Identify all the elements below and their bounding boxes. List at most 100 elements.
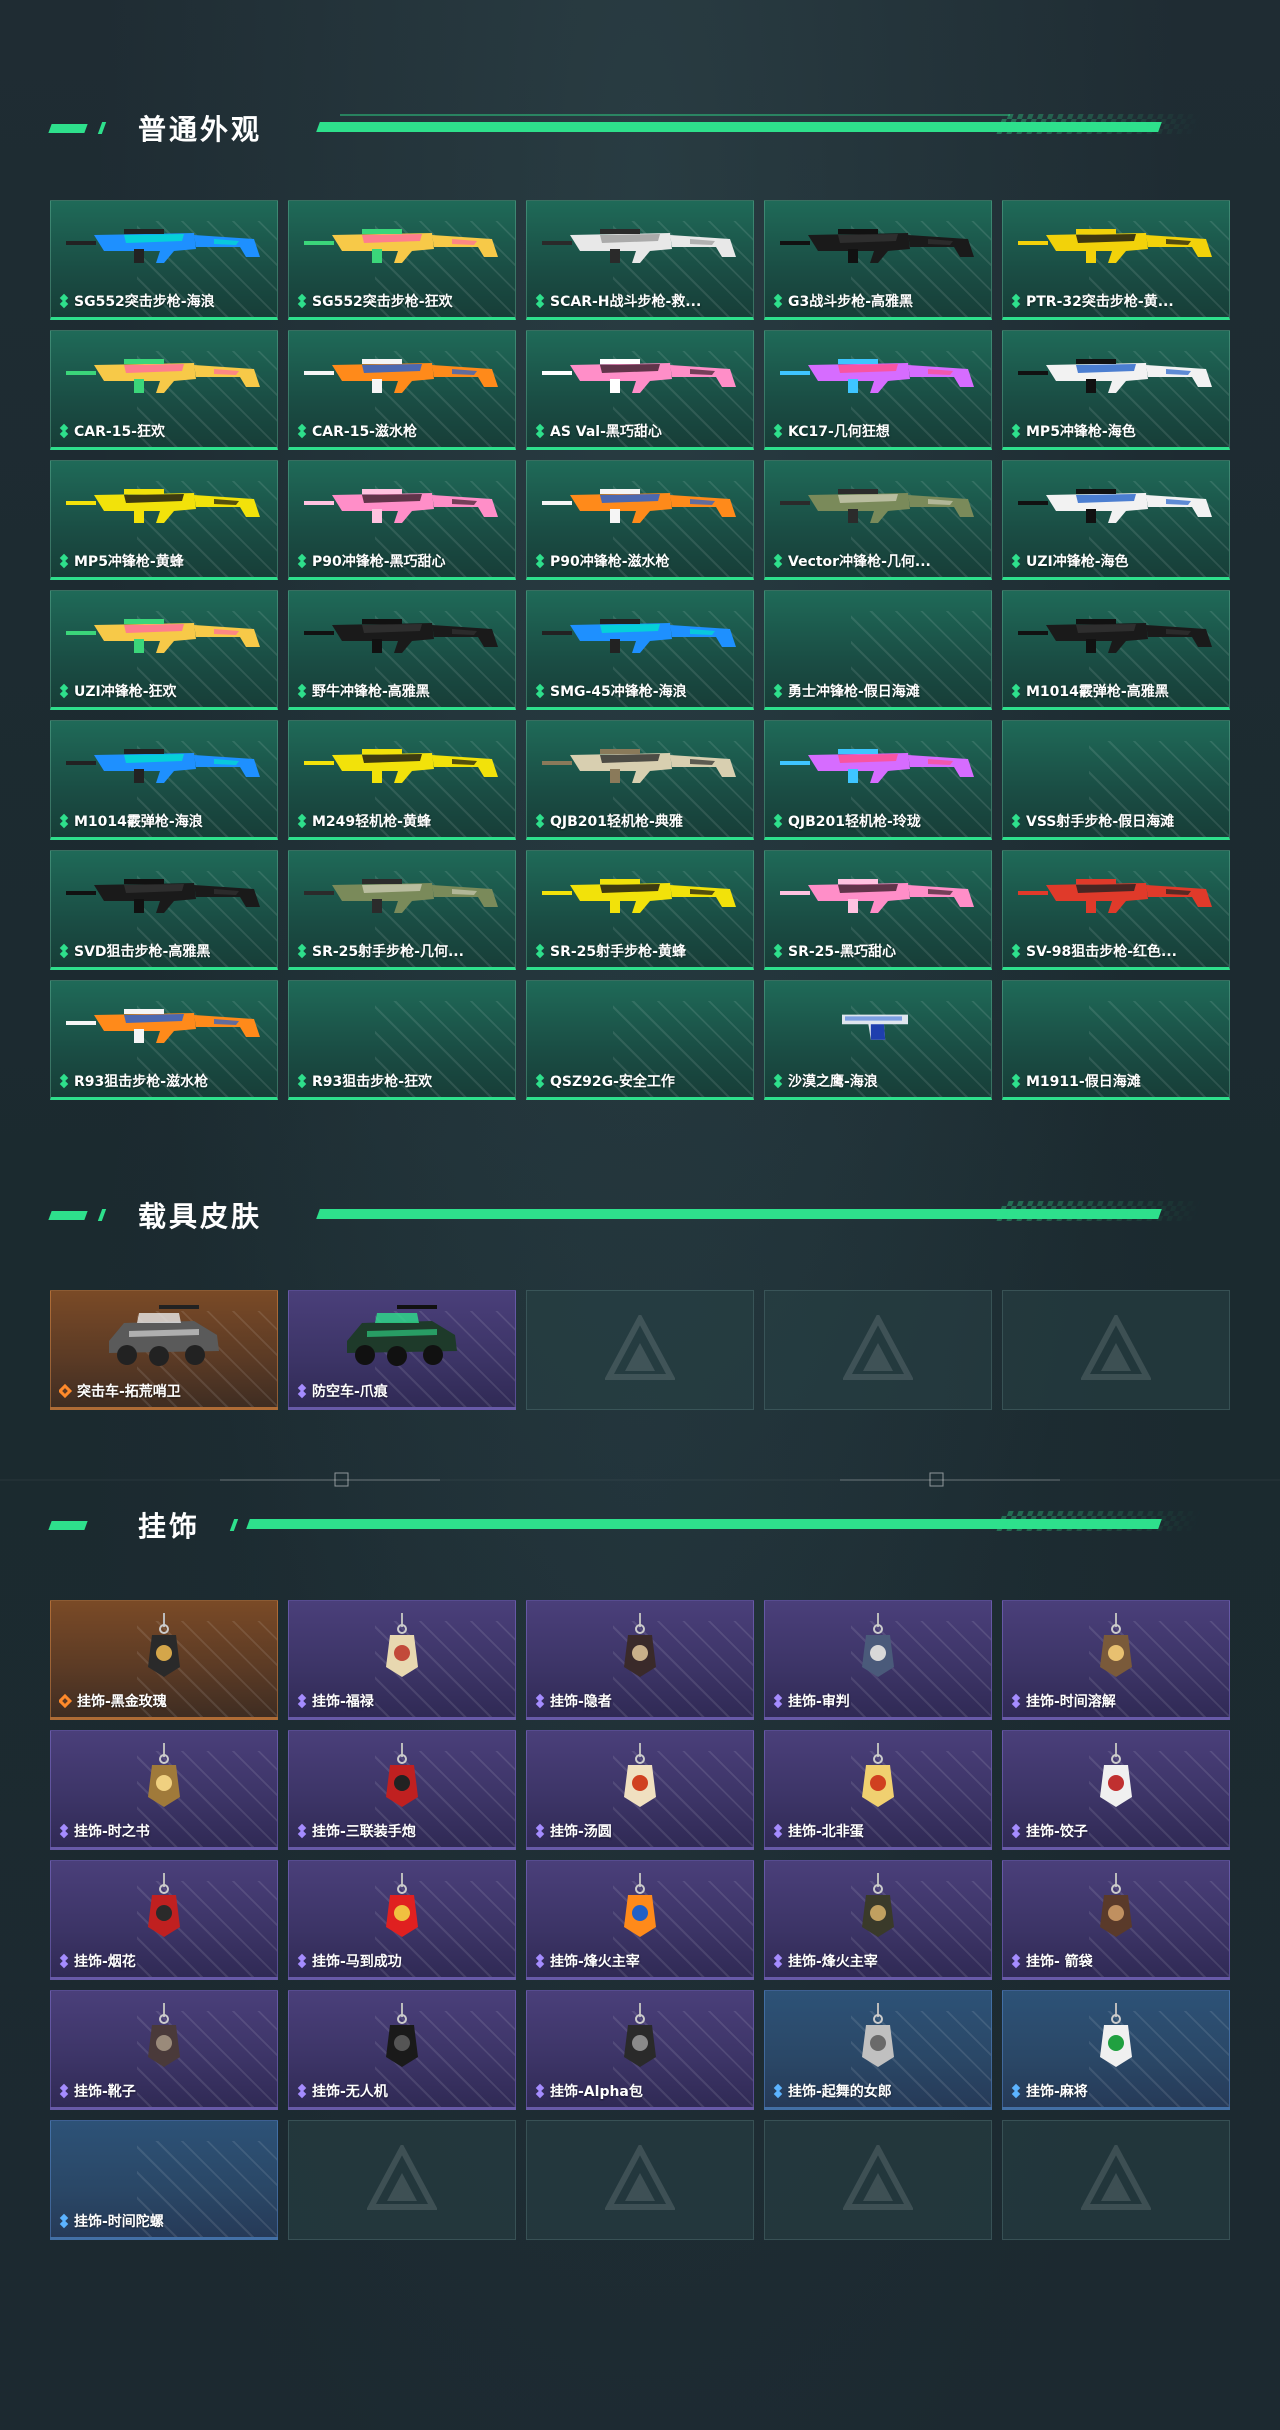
weapon-icon bbox=[780, 879, 974, 913]
item-card[interactable]: SG552突击步枪-狂欢 bbox=[288, 200, 516, 320]
item-card[interactable]: SR-25-黑巧甜心 bbox=[764, 850, 992, 970]
rarity-icon bbox=[297, 945, 307, 957]
item-card[interactable]: M1014霰弹枪-高雅黑 bbox=[1002, 590, 1230, 710]
item-image bbox=[537, 2001, 743, 2071]
placeholder-logo-icon bbox=[1081, 1315, 1151, 1380]
item-card[interactable]: SR-25射手步枪-几何... bbox=[288, 850, 516, 970]
item-label: 野牛冲锋枪-高雅黑 bbox=[297, 681, 507, 701]
item-card[interactable]: 挂饰-马到成功 bbox=[288, 1860, 516, 1980]
item-card[interactable]: M1911-假日海滩 bbox=[1002, 980, 1230, 1100]
item-card[interactable]: 挂饰-审判 bbox=[764, 1600, 992, 1720]
item-name: 挂饰-汤圆 bbox=[550, 1824, 612, 1840]
item-card[interactable]: 挂饰-烟花 bbox=[50, 1860, 278, 1980]
item-label: R93狙击步枪-滋水枪 bbox=[59, 1071, 269, 1091]
item-card[interactable]: 挂饰- 箭袋 bbox=[1002, 1860, 1230, 1980]
item-card[interactable]: UZI冲锋枪-狂欢 bbox=[50, 590, 278, 710]
item-card[interactable]: 挂饰-黑金玫瑰 bbox=[50, 1600, 278, 1720]
item-card[interactable]: 挂饰-时间陀螺 bbox=[50, 2120, 278, 2240]
item-card[interactable]: SR-25射手步枪-黄蜂 bbox=[526, 850, 754, 970]
item-image bbox=[61, 2131, 267, 2201]
item-card[interactable]: 挂饰-靴子 bbox=[50, 1990, 278, 2110]
item-card[interactable]: UZI冲锋枪-海色 bbox=[1002, 460, 1230, 580]
rarity-icon bbox=[297, 1385, 307, 1397]
item-label: 挂饰-北非蛋 bbox=[773, 1821, 983, 1841]
rarity-icon bbox=[1011, 1695, 1021, 1707]
rarity-icon bbox=[773, 945, 783, 957]
weapon-icon bbox=[304, 749, 498, 783]
item-card[interactable]: 勇士冲锋枪-假日海滩 bbox=[764, 590, 992, 710]
item-card[interactable]: R93狙击步枪-滋水枪 bbox=[50, 980, 278, 1100]
item-card[interactable]: AS Val-黑巧甜心 bbox=[526, 330, 754, 450]
item-name: 挂饰-烽火主宰 bbox=[788, 1954, 878, 1970]
item-name: CAR-15-滋水枪 bbox=[312, 424, 417, 440]
item-name: 挂饰-饺子 bbox=[1026, 1824, 1088, 1840]
item-card[interactable]: CAR-15-滋水枪 bbox=[288, 330, 516, 450]
item-image bbox=[1013, 1611, 1219, 1681]
item-image bbox=[775, 991, 981, 1061]
rarity-icon bbox=[297, 815, 307, 827]
item-label: G3战斗步枪-高雅黑 bbox=[773, 291, 983, 311]
rarity-icon bbox=[59, 1955, 69, 1967]
item-card[interactable]: SCAR-H战斗步枪-救... bbox=[526, 200, 754, 320]
item-card[interactable]: M249轻机枪-黄蜂 bbox=[288, 720, 516, 840]
item-label: 挂饰-无人机 bbox=[297, 2081, 507, 2101]
item-card[interactable]: 突击车-拓荒哨卫 bbox=[50, 1290, 278, 1410]
item-card[interactable]: PTR-32突击步枪-黄... bbox=[1002, 200, 1230, 320]
empty-slot bbox=[1002, 2120, 1230, 2240]
rarity-icon bbox=[297, 295, 307, 307]
header-line bbox=[340, 114, 1010, 116]
weapon-icon bbox=[542, 229, 736, 263]
item-card[interactable]: QJB201轻机枪-玲珑 bbox=[764, 720, 992, 840]
item-card[interactable]: G3战斗步枪-高雅黑 bbox=[764, 200, 992, 320]
item-card[interactable]: P90冲锋枪-黑巧甜心 bbox=[288, 460, 516, 580]
item-card[interactable]: M1014霰弹枪-海浪 bbox=[50, 720, 278, 840]
item-card[interactable]: 挂饰-时之书 bbox=[50, 1730, 278, 1850]
charm-icon bbox=[624, 1613, 656, 1677]
item-card[interactable]: 挂饰-时间溶解 bbox=[1002, 1600, 1230, 1720]
item-card[interactable]: 挂饰-烽火主宰 bbox=[764, 1860, 992, 1980]
item-card[interactable]: P90冲锋枪-滋水枪 bbox=[526, 460, 754, 580]
item-label: M249轻机枪-黄蜂 bbox=[297, 811, 507, 831]
item-card[interactable]: 防空车-爪痕 bbox=[288, 1290, 516, 1410]
item-card[interactable]: 挂饰-北非蛋 bbox=[764, 1730, 992, 1850]
item-card[interactable]: 挂饰-Alpha包 bbox=[526, 1990, 754, 2110]
item-card[interactable]: Vector冲锋枪-几何... bbox=[764, 460, 992, 580]
item-card[interactable]: SMG-45冲锋枪-海浪 bbox=[526, 590, 754, 710]
item-label: 突击车-拓荒哨卫 bbox=[59, 1381, 269, 1401]
item-card[interactable]: 挂饰-饺子 bbox=[1002, 1730, 1230, 1850]
item-card[interactable]: 野牛冲锋枪-高雅黑 bbox=[288, 590, 516, 710]
item-card[interactable]: 挂饰-麻将 bbox=[1002, 1990, 1230, 2110]
item-card[interactable]: R93狙击步枪-狂欢 bbox=[288, 980, 516, 1100]
item-card[interactable]: QSZ92G-安全工作 bbox=[526, 980, 754, 1100]
item-name: QJB201轻机枪-典雅 bbox=[550, 814, 683, 830]
item-card[interactable]: CAR-15-狂欢 bbox=[50, 330, 278, 450]
item-card[interactable]: SVD狙击步枪-高雅黑 bbox=[50, 850, 278, 970]
item-name: VSS射手步枪-假日海滩 bbox=[1026, 814, 1175, 830]
item-card[interactable]: MP5冲锋枪-海色 bbox=[1002, 330, 1230, 450]
header-accent-small bbox=[97, 1209, 107, 1221]
placeholder-logo-icon bbox=[605, 1315, 675, 1380]
charms-grid: 挂饰-黑金玫瑰 挂饰-福禄 挂饰-隐者 挂饰-审判 挂饰-时间溶解挂饰-时之书 挂饰-三联… bbox=[50, 1600, 1230, 2240]
item-card[interactable]: MP5冲锋枪-黄蜂 bbox=[50, 460, 278, 580]
item-card[interactable]: 挂饰-无人机 bbox=[288, 1990, 516, 2110]
item-card[interactable]: 挂饰-汤圆 bbox=[526, 1730, 754, 1850]
item-card[interactable]: 挂饰-烽火主宰 bbox=[526, 1860, 754, 1980]
item-card[interactable]: 挂饰-起舞的女郎 bbox=[764, 1990, 992, 2110]
item-card[interactable]: KC17-几何狂想 bbox=[764, 330, 992, 450]
item-label: 沙漠之鹰-海浪 bbox=[773, 1071, 983, 1091]
item-card[interactable]: SV-98狙击步枪-红色... bbox=[1002, 850, 1230, 970]
section-title: 载具皮肤 bbox=[138, 1200, 263, 1233]
rarity-icon bbox=[773, 295, 783, 307]
item-card[interactable]: 挂饰-三联装手炮 bbox=[288, 1730, 516, 1850]
item-image bbox=[775, 2001, 981, 2071]
item-card[interactable]: 挂饰-福禄 bbox=[288, 1600, 516, 1720]
item-card[interactable]: VSS射手步枪-假日海滩 bbox=[1002, 720, 1230, 840]
item-card[interactable]: 挂饰-隐者 bbox=[526, 1600, 754, 1720]
item-card[interactable]: 沙漠之鹰-海浪 bbox=[764, 980, 992, 1100]
item-card[interactable]: QJB201轻机枪-典雅 bbox=[526, 720, 754, 840]
rarity-icon bbox=[297, 555, 307, 567]
item-image bbox=[299, 1301, 505, 1371]
rarity-icon bbox=[59, 945, 69, 957]
item-card[interactable]: SG552突击步枪-海浪 bbox=[50, 200, 278, 320]
charm-icon bbox=[1100, 1613, 1132, 1677]
